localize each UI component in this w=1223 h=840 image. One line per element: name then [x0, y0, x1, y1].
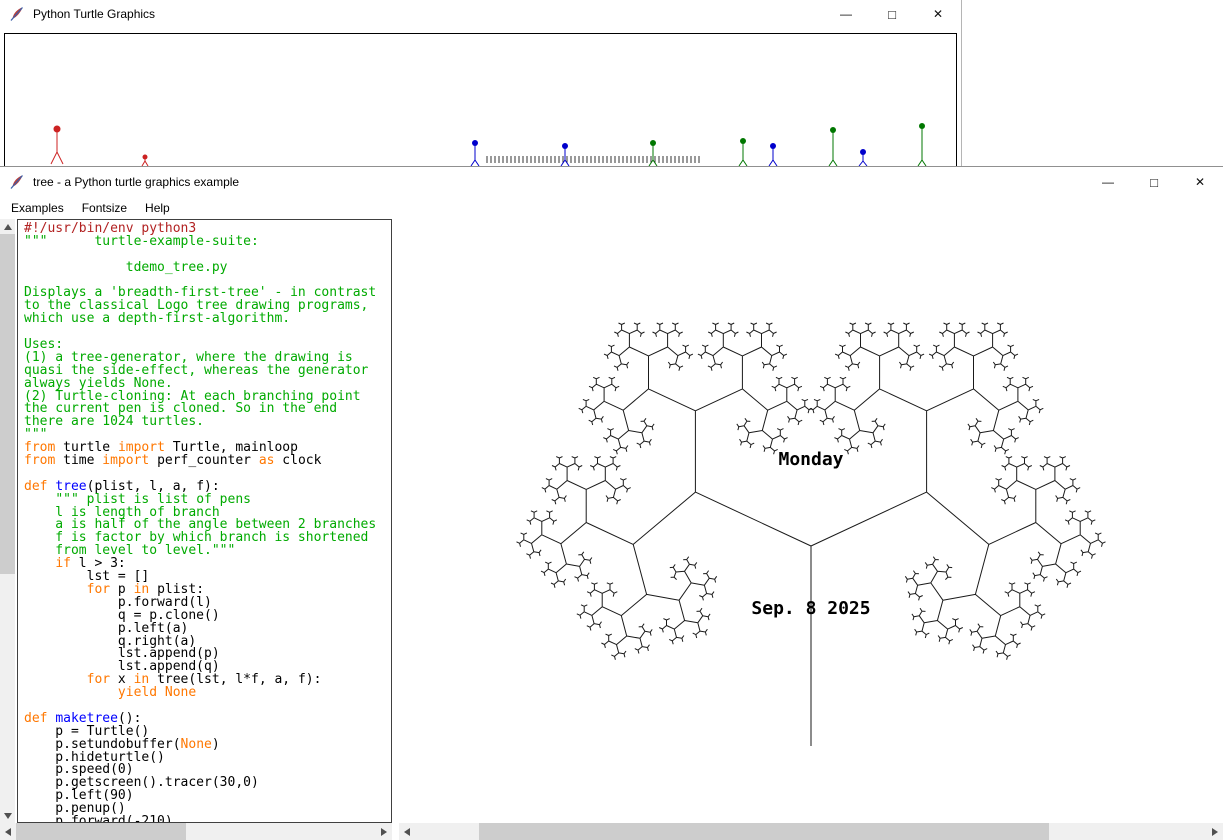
turtle-marker: [829, 127, 837, 166]
front-maximize-button[interactable]: □: [1131, 167, 1177, 197]
front-minimize-button[interactable]: —: [1085, 167, 1131, 197]
tk-feather-icon: [9, 174, 25, 190]
back-close-button[interactable]: ✕: [915, 0, 961, 28]
turtle-marker: [859, 149, 867, 166]
code-hscroll-thumb[interactable]: [16, 823, 186, 840]
menu-item-fontsize[interactable]: Fontsize: [73, 199, 136, 217]
menu-item-examples[interactable]: Examples: [2, 199, 73, 217]
turtle-marker: [561, 143, 569, 166]
scroll-up-button[interactable]: [0, 219, 15, 234]
code-pane[interactable]: #!/usr/bin/env python3""" turtle-example…: [17, 219, 392, 823]
tree-canvas-svg: Monday Sep. 8 2025: [399, 219, 1223, 823]
canvas-text-label: Monday: [778, 449, 843, 470]
menubar: Examples Fontsize Help: [0, 197, 1223, 219]
tk-feather-icon: [9, 6, 25, 22]
turtle-marker: [471, 140, 479, 166]
canvas-text-label: Sep. 8 2025: [751, 598, 870, 619]
desktop: Python Turtle Graphics — □ ✕ tree - a Py…: [0, 0, 1223, 839]
graphics-block: Monday Sep. 8 2025: [392, 219, 1223, 840]
turtle-marker: [769, 143, 777, 166]
front-window-title: tree - a Python turtle graphics example: [33, 175, 239, 189]
back-window-controls: — □ ✕: [823, 0, 961, 28]
turtle-marker: [51, 126, 63, 165]
menu-item-help[interactable]: Help: [136, 199, 179, 217]
back-maximize-button[interactable]: □: [869, 0, 915, 28]
canvas-hscroll-thumb[interactable]: [479, 823, 1049, 840]
code-scroll-right-button[interactable]: [376, 823, 392, 840]
code-viewer-block: #!/usr/bin/env python3""" turtle-example…: [0, 219, 392, 840]
code-horizontal-scrollbar[interactable]: [0, 823, 392, 840]
back-window-title: Python Turtle Graphics: [33, 7, 155, 21]
back-titlebar[interactable]: Python Turtle Graphics — □ ✕: [0, 0, 961, 28]
canvas-horizontal-scrollbar[interactable]: [399, 823, 1223, 840]
code-scroll-left-button[interactable]: [0, 823, 16, 840]
scroll-down-button[interactable]: [0, 808, 15, 823]
tree-canvas: Monday Sep. 8 2025: [399, 219, 1223, 823]
turtle-marker: [739, 138, 747, 166]
front-titlebar[interactable]: tree - a Python turtle graphics example …: [0, 167, 1223, 197]
front-window: tree - a Python turtle graphics example …: [0, 166, 1223, 839]
code-text: #!/usr/bin/env python3""" turtle-example…: [24, 223, 391, 823]
back-minimize-button[interactable]: —: [823, 0, 869, 28]
turtle-marker: [918, 123, 926, 166]
demo-content: #!/usr/bin/env python3""" turtle-example…: [0, 219, 1223, 840]
front-close-button[interactable]: ✕: [1177, 167, 1223, 197]
turtle-marker: [142, 155, 148, 167]
code-vscroll-thumb[interactable]: [0, 234, 15, 574]
canvas-scroll-left-button[interactable]: [399, 823, 415, 840]
code-vertical-scrollbar[interactable]: [0, 219, 15, 823]
turtle-marker: [649, 140, 657, 166]
fractal-tree-drawing: [517, 323, 1106, 746]
canvas-scroll-right-button[interactable]: [1207, 823, 1223, 840]
front-window-controls: — □ ✕: [1085, 167, 1223, 197]
